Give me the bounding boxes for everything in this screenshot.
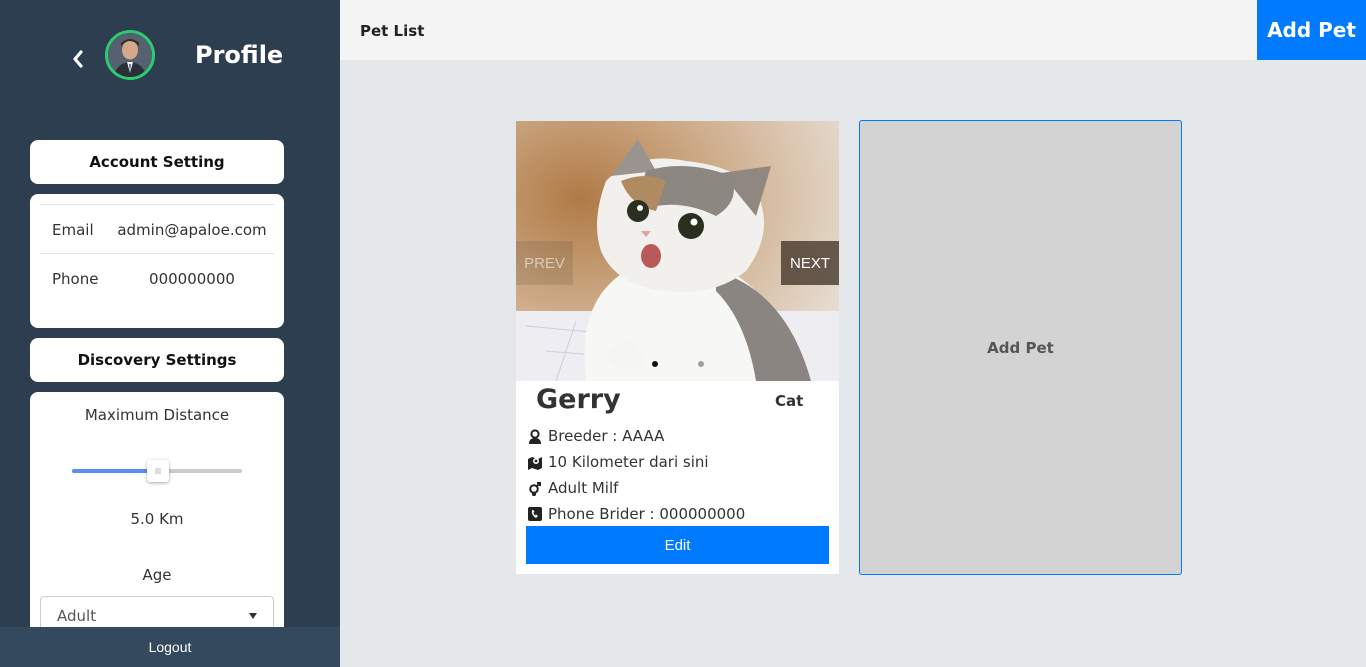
logout-button[interactable]: Logout — [0, 627, 340, 667]
gender-icon — [526, 479, 544, 497]
discovery-settings-card: Maximum Distance 5.0 Km Age Adult — [30, 392, 284, 632]
sidebar: Profile Account Setting Email admin@apal… — [0, 0, 340, 667]
avatar[interactable] — [105, 30, 155, 80]
pet-gender-age: Adult Milf — [548, 479, 619, 497]
phone-icon — [526, 505, 544, 523]
carousel-dot[interactable] — [697, 361, 704, 367]
age-label: Age — [142, 566, 172, 584]
prev-button[interactable]: PREV — [516, 241, 573, 285]
pet-type: Cat — [775, 392, 804, 410]
page-title: Pet List — [360, 22, 425, 40]
pet-distance: 10 Kilometer dari sini — [548, 453, 709, 471]
pet-distance-row: 10 Kilometer dari sini — [526, 451, 709, 473]
map-icon — [526, 453, 544, 471]
next-button[interactable]: NEXT — [781, 241, 839, 285]
chevron-left-icon — [73, 50, 83, 68]
distance-value: 5.0 Km — [130, 510, 184, 528]
discovery-settings-header[interactable]: Discovery Settings — [30, 338, 284, 382]
email-value: admin@apaloe.com — [117, 220, 267, 239]
distance-slider[interactable] — [72, 460, 242, 482]
pet-phone: Phone Brider : 000000000 — [548, 505, 746, 523]
edit-button[interactable]: Edit — [526, 526, 829, 564]
email-label: Email — [52, 220, 94, 239]
add-pet-card[interactable]: Add Pet — [859, 120, 1182, 575]
user-icon — [526, 427, 544, 445]
age-select-value: Adult — [57, 607, 97, 625]
phone-label: Phone — [52, 269, 99, 288]
phone-value: 000000000 — [149, 269, 235, 288]
add-pet-button[interactable]: Add Pet — [1257, 0, 1366, 60]
back-button[interactable] — [68, 47, 88, 71]
pet-breeder: Breeder : AAAA — [548, 427, 665, 445]
account-info-card: Email admin@apaloe.com Phone 000000000 — [30, 194, 284, 328]
max-distance-label: Maximum Distance — [84, 406, 230, 424]
phone-row: Phone 000000000 — [40, 254, 274, 303]
discovery-settings-label: Discovery Settings — [77, 351, 237, 369]
account-setting-label: Account Setting — [89, 153, 225, 171]
pet-name: Gerry — [536, 384, 621, 415]
email-row: Email admin@apaloe.com — [40, 205, 274, 254]
caret-down-icon — [249, 613, 257, 619]
pet-phone-row: Phone Brider : 000000000 — [526, 503, 745, 525]
slider-fill — [72, 469, 157, 473]
top-bar: Pet List Add Pet — [340, 0, 1366, 60]
pet-card: PREV NEXT Gerry Cat Breeder : AAAA 10 Ki… — [516, 121, 839, 574]
avatar-image — [108, 33, 152, 77]
pet-photo-carousel: PREV NEXT — [516, 121, 839, 381]
carousel-indicators — [516, 361, 839, 367]
pet-breeder-row: Breeder : AAAA — [526, 425, 664, 447]
slider-handle[interactable] — [147, 460, 169, 482]
pet-gender-row: Adult Milf — [526, 477, 618, 499]
profile-title: Profile — [195, 41, 284, 69]
carousel-dot[interactable] — [651, 361, 658, 367]
account-setting-header[interactable]: Account Setting — [30, 140, 284, 184]
